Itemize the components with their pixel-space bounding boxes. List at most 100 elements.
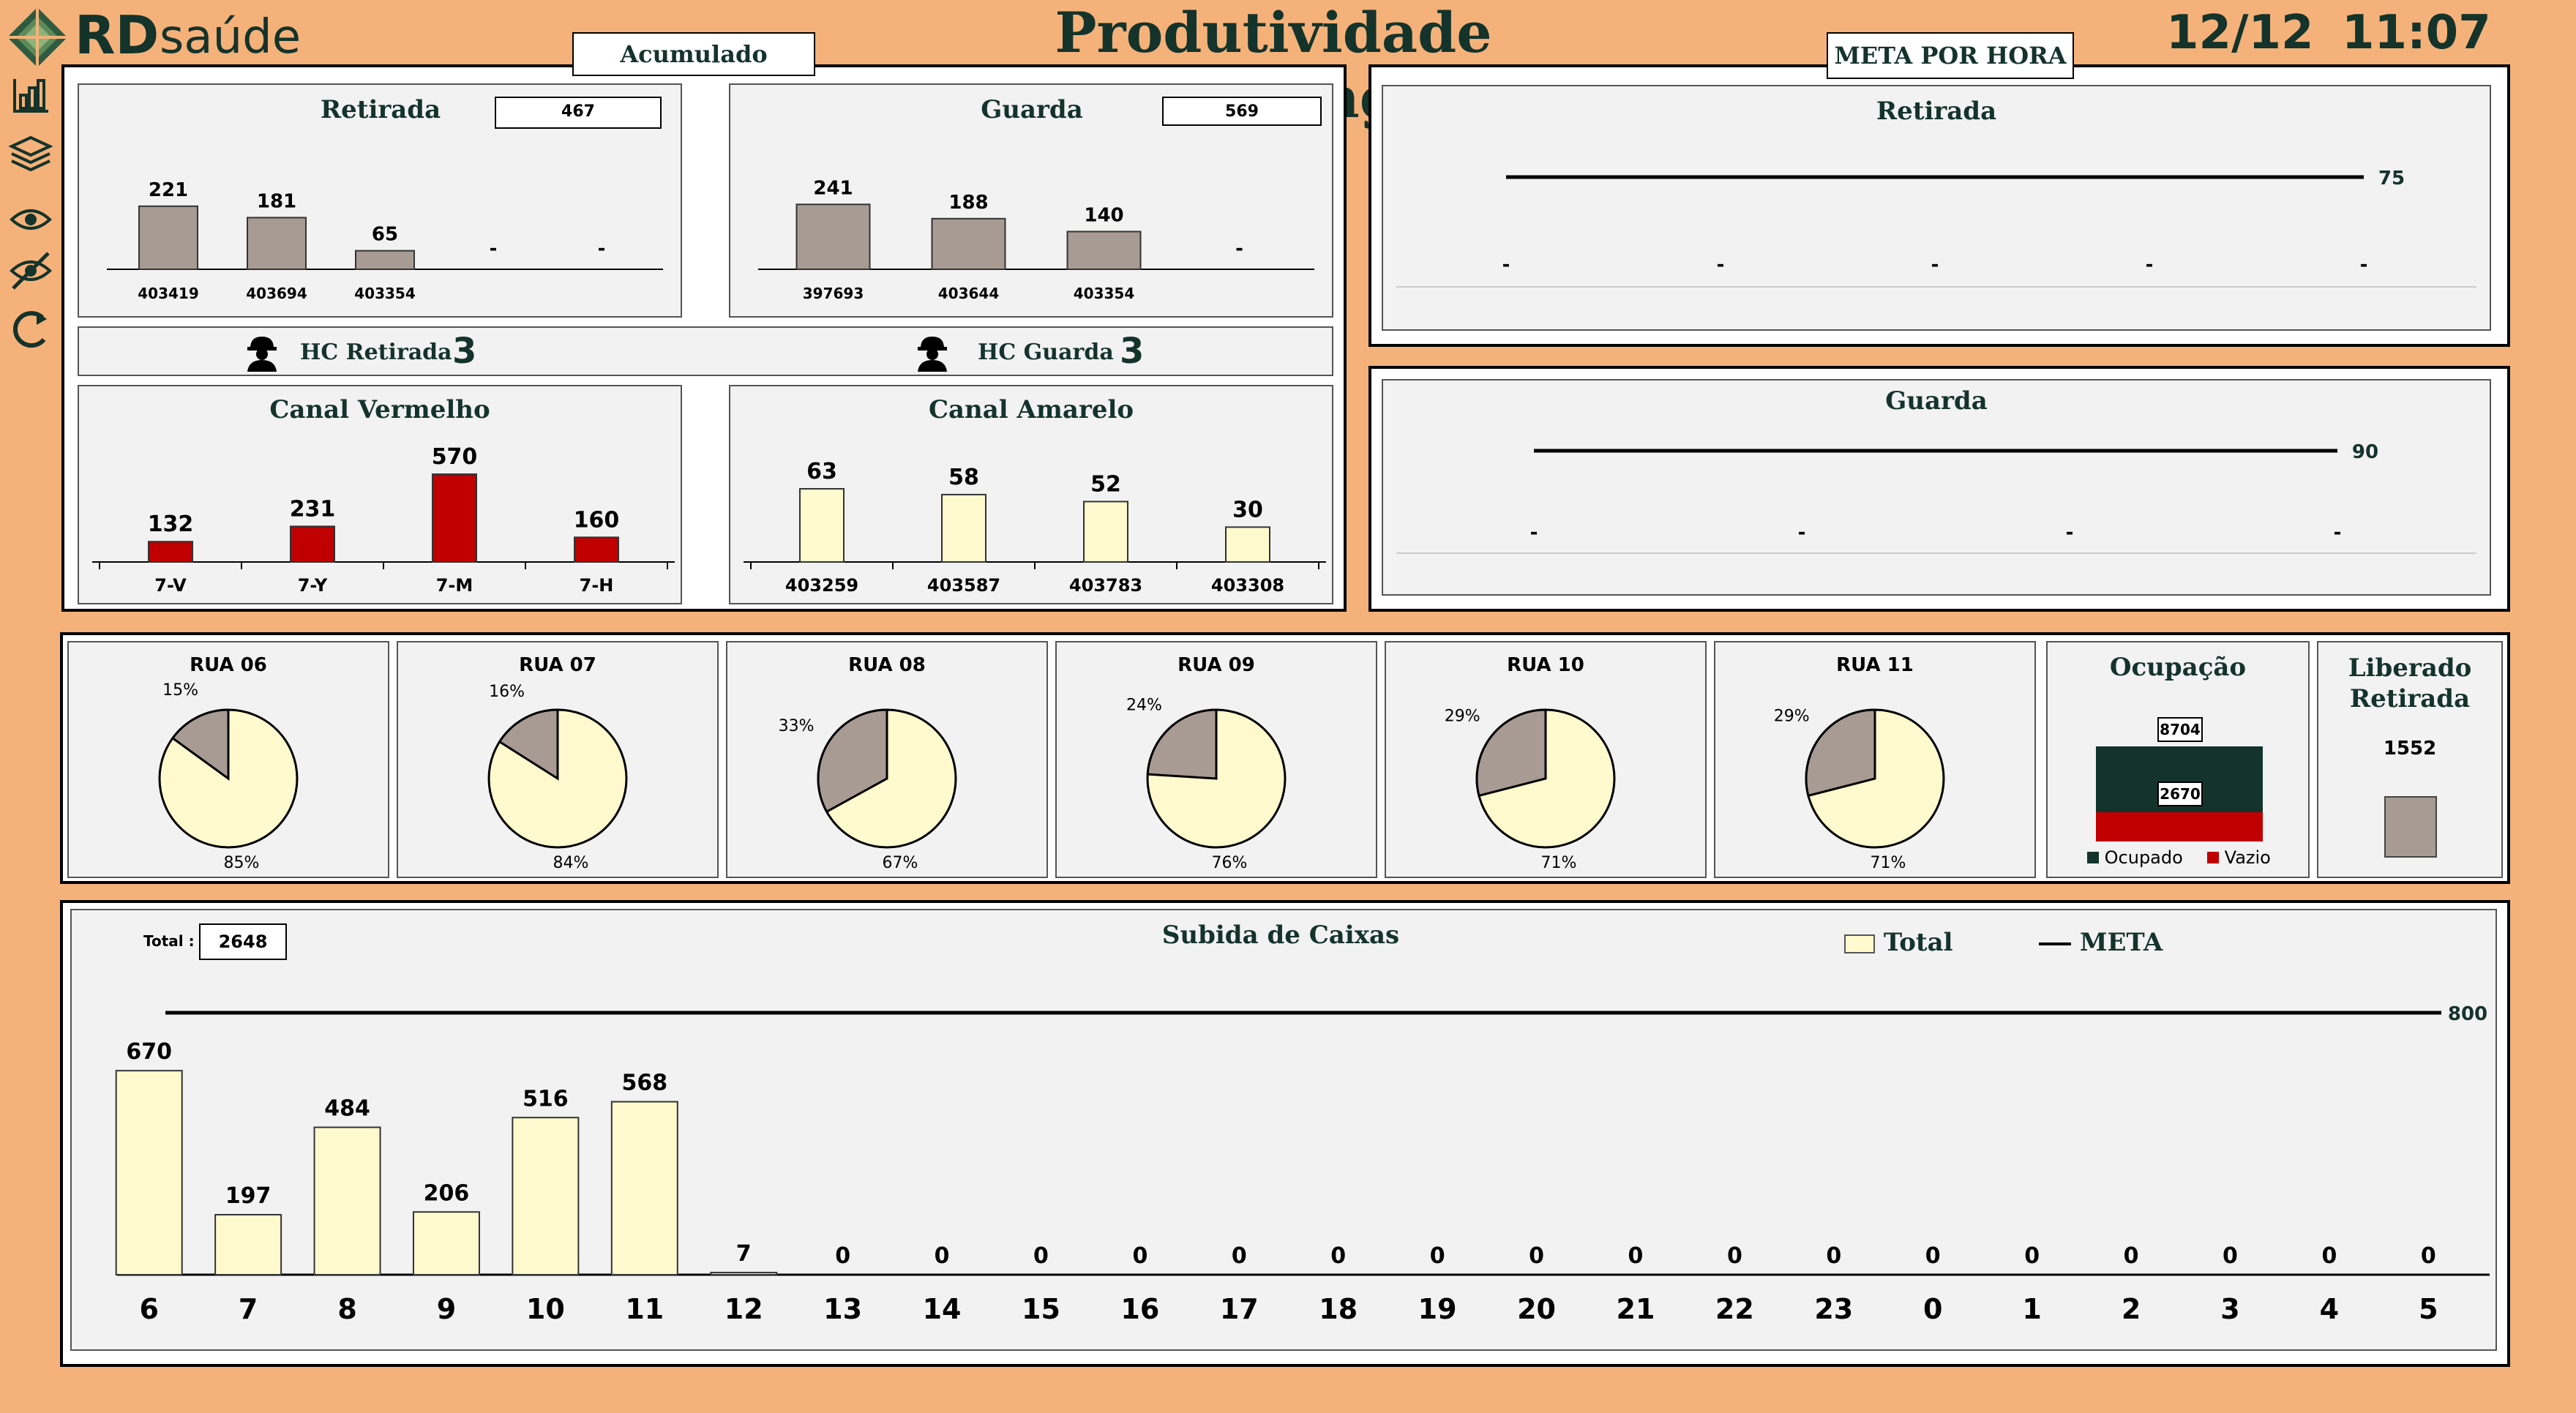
rua-pie-chart: 16% 84%	[487, 683, 628, 871]
ocupado-value: 8704	[2157, 717, 2203, 742]
data-label: 0	[935, 1243, 950, 1269]
data-label: 65	[372, 224, 398, 246]
x-tick-label: 5	[2419, 1293, 2438, 1325]
data-label: 0	[1132, 1243, 1147, 1269]
data-label: 484	[324, 1096, 370, 1122]
canal-amarelo-title: Canal Amarelo	[928, 395, 1134, 424]
bar	[512, 1117, 580, 1275]
brand-saude: saúde	[160, 10, 302, 64]
pie-label-vazio: 29%	[1445, 708, 1480, 726]
data-label: 241	[813, 177, 853, 199]
x-tick-label: 2	[2122, 1293, 2141, 1325]
data-label: -	[2146, 254, 2154, 276]
data-label: 221	[149, 179, 188, 201]
x-tick-label: 403419	[138, 285, 199, 302]
vazio-bar	[2096, 812, 2263, 842]
bar	[799, 488, 845, 563]
stack-layers-icon[interactable]	[9, 132, 53, 176]
bar	[795, 203, 871, 270]
hc-retirada-value: 3	[452, 331, 477, 372]
x-tick-label: 15	[1022, 1293, 1060, 1325]
bar	[432, 473, 477, 563]
legend-meta: META	[2039, 928, 2163, 957]
bar	[574, 536, 619, 563]
x-tick-label: 14	[923, 1293, 962, 1325]
legend-vazio: Vazio	[2207, 847, 2271, 868]
data-label: 570	[432, 444, 478, 470]
meta-label: 800	[2448, 1003, 2487, 1025]
brand-rd: RD	[75, 4, 160, 66]
legend-vazio-label: Vazio	[2224, 847, 2271, 868]
liberado-title: Liberado Retirada	[2348, 653, 2472, 713]
x-tick-label: 403644	[938, 285, 1000, 302]
x-tick-label: 7-M	[436, 575, 473, 596]
x-tick-label: 8	[337, 1293, 356, 1325]
x-tick-label: 397693	[803, 285, 864, 302]
logo: RD saúde	[6, 4, 328, 67]
legend-ocupado-label: Ocupado	[2104, 847, 2183, 868]
meta-retirada-chart: 75 - - - - -	[1396, 168, 2476, 288]
eye-icon[interactable]	[9, 198, 53, 241]
canal-vermelho-chart: 132 7-V 231 7-Y 570 7-M 160 7-H	[92, 444, 675, 596]
x-tick-label: 4	[2320, 1293, 2339, 1325]
refresh-icon[interactable]	[9, 307, 53, 351]
retirada-acum-chart: 80022140341918140369465403354--	[107, 179, 663, 302]
bar	[1225, 526, 1270, 563]
bar	[313, 1126, 381, 1275]
meta-por-hora-label: META POR HORA	[1827, 32, 2074, 79]
data-label: 0	[1529, 1243, 1544, 1269]
vazio-value: 2670	[2157, 782, 2203, 806]
data-label: -	[2360, 254, 2368, 276]
guarda-acum-chart: 800241397693188403644140403354-	[758, 177, 1314, 302]
legend-total-label: Total	[1883, 928, 1953, 957]
pie-label-vazio: 16%	[489, 683, 525, 701]
retirada-acum-title: Retirada	[320, 95, 441, 124]
canal-amarelo-chart: 63 403259 58 403587 52 403783 30 403308	[744, 459, 1326, 596]
eye-off-icon[interactable]	[9, 249, 53, 293]
liberado-bar	[2384, 796, 2437, 858]
rua-pie-chart: 29% 71%	[1445, 708, 1616, 871]
data-label: 0	[1727, 1243, 1742, 1269]
x-tick-label: 403587	[927, 575, 1000, 596]
data-label: 0	[2223, 1243, 2238, 1269]
pie-label-vazio: 33%	[779, 717, 815, 735]
bar	[941, 493, 986, 563]
x-tick-label: 7-Y	[298, 575, 328, 596]
data-label: 140	[1084, 204, 1123, 226]
bar	[1083, 501, 1128, 563]
data-label: -	[1931, 254, 1939, 276]
legend-ocupado-swatch	[2087, 852, 2099, 863]
x-tick-label: 7-H	[580, 575, 614, 596]
retirada-acum-total: 467	[495, 97, 662, 129]
data-label: 58	[948, 465, 979, 490]
pie-slice-vazio	[1146, 708, 1218, 780]
bar	[290, 525, 335, 563]
data-label: 568	[621, 1071, 667, 1096]
data-label: 0	[1925, 1243, 1941, 1269]
data-label: 160	[574, 507, 620, 533]
x-tick-label: 18	[1319, 1293, 1358, 1325]
canal-vermelho-title: Canal Vermelho	[269, 395, 490, 424]
data-label: -	[490, 238, 498, 260]
x-tick-label: 403694	[246, 285, 307, 302]
x-tick-label: 22	[1715, 1293, 1754, 1325]
x-tick-label: 17	[1220, 1293, 1259, 1325]
worker-icon	[918, 337, 947, 372]
data-label: -	[1798, 522, 1806, 544]
bar	[148, 541, 193, 563]
bar-chart-icon[interactable]	[9, 73, 53, 117]
bar	[412, 1211, 480, 1275]
pie-label-vazio: 29%	[1774, 708, 1810, 726]
hc-retirada-label: HC Retirada	[300, 340, 452, 365]
x-tick-label: 21	[1617, 1293, 1655, 1325]
data-label: 670	[126, 1039, 172, 1065]
x-tick-label: 12	[724, 1293, 763, 1325]
x-tick-label: 403308	[1211, 575, 1284, 596]
bar	[710, 1272, 778, 1275]
x-tick-label: 403354	[354, 285, 416, 302]
bar	[931, 217, 1006, 270]
guarda-acum-title: Guarda	[981, 95, 1083, 124]
meta-retirada-title: Retirada	[1876, 97, 1997, 126]
x-tick-label: 6	[139, 1293, 158, 1325]
data-label: 0	[1430, 1243, 1445, 1269]
